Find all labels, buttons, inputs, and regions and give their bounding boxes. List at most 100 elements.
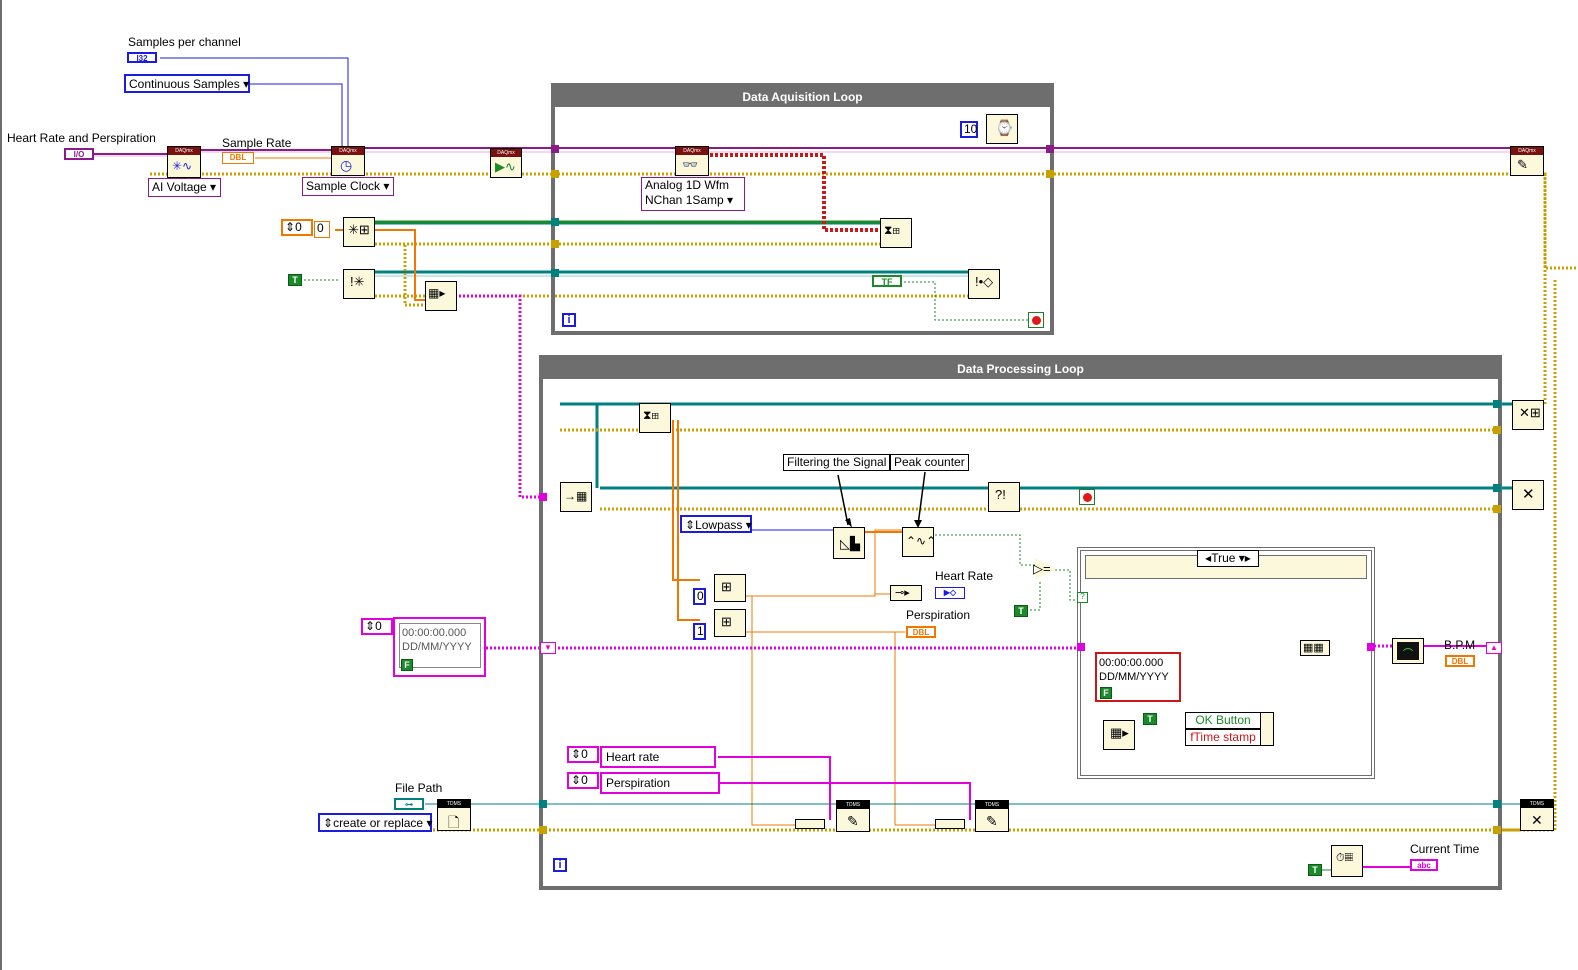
to-dbl-node[interactable]: ⊸▸ [890, 585, 922, 601]
io-channel-terminal[interactable]: I/O [64, 148, 94, 160]
get-date-time-node[interactable]: ▦▸ [1103, 720, 1135, 750]
wait-notification-node[interactable]: ?! [988, 482, 1020, 512]
create-or-replace-ring[interactable]: ⇕create or replace ▾ [318, 813, 432, 832]
proc-tdms-tunnel-in [539, 800, 547, 808]
tdms-write-persp-node[interactable]: TDMS ✎ [975, 800, 1009, 832]
acq-queue-tunnel [551, 218, 559, 226]
string-wire-1 [455, 294, 545, 499]
sample-clock-text: Sample Clock [306, 179, 381, 193]
proc-tdms-error-in [539, 826, 547, 834]
build-array-node[interactable]: ▦▦ [1300, 640, 1330, 656]
peak-detector-node[interactable]: ⌃∿⌃ [902, 527, 937, 557]
data-acquisition-loop[interactable]: Data Aquisition Loop [551, 83, 1054, 335]
ai-voltage-text: AI Voltage [152, 180, 207, 194]
pencil-icon-1: ✎ [847, 813, 859, 829]
pencil-icon-2: ✎ [986, 813, 998, 829]
format-date-time-node[interactable]: ⏱▦ [1331, 845, 1363, 877]
unbundle-node[interactable]: →▦ [560, 482, 592, 512]
acquisition-stop-terminal[interactable] [1028, 312, 1044, 328]
case-selector-terminal: ? [1077, 592, 1088, 603]
unbundle-icon: →▦ [564, 489, 588, 503]
file-path-terminal[interactable]: ⊶ [394, 798, 424, 810]
calendar-icon: ▦▸ [1110, 725, 1129, 740]
format-time-icon: ⏱▦ [1336, 852, 1353, 864]
samples-wire [160, 57, 349, 146]
eraser-icon: ✎ [1517, 157, 1528, 172]
filter-node[interactable]: ◺▙ [833, 527, 865, 559]
filter-icon: ◺▙ [840, 536, 860, 551]
daqmx-start-task-node[interactable]: DAQmx ▶∿ [490, 148, 522, 178]
bundle-by-name-node[interactable] [1260, 712, 1274, 746]
ok-button-field[interactable]: OK Button [1185, 712, 1261, 729]
close-file-icon: ✕ [1531, 812, 1543, 828]
index-array-0-icon: ⊞ [721, 579, 732, 594]
release-queue-icon: ✕⊞ [1519, 405, 1541, 420]
case-timestamp-date: DD/MM/YYYY [1099, 671, 1169, 683]
obtain-queue-node[interactable]: ✳⊞ [343, 217, 375, 247]
case-timestamp-false-flag: F [1100, 687, 1112, 699]
peak-icon: ⌃∿⌃ [906, 534, 937, 548]
equal-node[interactable]: ▷= [1033, 556, 1059, 582]
sample-rate-terminal[interactable]: DBL [222, 152, 254, 164]
queue-size-constant-b[interactable]: 0 [314, 221, 330, 238]
true-constant-ok[interactable]: T [1143, 713, 1157, 725]
release-notifier-icon: ✕ [1522, 486, 1535, 503]
case-selector[interactable]: ◂True ▾▸ [1197, 550, 1259, 567]
build-array-hr-node[interactable] [795, 819, 825, 829]
processing-stop-terminal[interactable] [1079, 489, 1095, 505]
right-error-tdms [1500, 280, 1557, 832]
tdms-ribbon-close: TDMS [1521, 800, 1553, 808]
array-index-a[interactable]: ⇕0 [361, 618, 393, 635]
daqmx-ribbon-2: DAQmx [332, 147, 364, 155]
release-notifier-node[interactable]: ✕ [1512, 480, 1544, 510]
timestamp-date: DD/MM/YYYY [402, 641, 472, 653]
obtain-notifier-node[interactable]: !✳ [343, 269, 375, 299]
index-array-1-node[interactable]: ⊞ [714, 609, 746, 637]
shift-register-left: ▼ [540, 642, 556, 654]
release-queue-node[interactable]: ✕⊞ [1512, 400, 1544, 430]
proc-notifier-error-out [1493, 505, 1501, 513]
heart-rate-perspiration-label: Heart Rate and Perspiration [7, 131, 156, 145]
true-constant-left[interactable]: T [288, 274, 302, 286]
acquisition-loop-title: Data Aquisition Loop [555, 87, 1050, 107]
array-index-a-text: 0 [375, 619, 382, 633]
waveform-chart-node[interactable]: ⌒ [1392, 638, 1424, 664]
sample-rate-label: Sample Rate [222, 136, 292, 150]
tdms-close-node[interactable]: TDMS ✕ [1520, 799, 1554, 831]
timestamp-array-constant[interactable]: 00:00:00.000 DD/MM/YYYY F [393, 617, 486, 677]
timestamp-constant-case[interactable]: 00:00:00.000 DD/MM/YYYY F [1095, 652, 1181, 702]
queue-size-a-text: 0 [295, 220, 302, 234]
sample-clock-ring[interactable]: Sample Clock ▾ [302, 177, 394, 196]
time-stamp-field[interactable]: fTime stamp [1185, 729, 1261, 746]
processing-loop-title: Data Processing Loop [543, 359, 1498, 379]
tdms-open-node[interactable]: TDMS 🗋 [437, 799, 471, 831]
daqmx-create-channel-node[interactable]: DAQmx ✳∿ [167, 146, 201, 178]
acq-error-tunnel-out [1046, 170, 1054, 178]
clock-icon: ◷ [340, 157, 353, 173]
shift-register-right: ▲ [1486, 642, 1502, 654]
ai-voltage-ring[interactable]: AI Voltage ▾ [148, 178, 221, 197]
dequeue-icon: ⧗⊞ [643, 408, 660, 422]
create-channel-icon: ✳∿ [172, 159, 193, 173]
dequeue-node[interactable]: ⧗⊞ [639, 403, 671, 433]
tdms-write-hr-node[interactable]: TDMS ✎ [836, 800, 870, 832]
processing-iteration-terminal: i [553, 858, 567, 872]
daqmx-ribbon-3: DAQmx [491, 149, 521, 157]
queue-size-constant-a[interactable]: ⇕0 [281, 219, 313, 236]
samples-per-channel-terminal[interactable]: I32 [127, 52, 157, 63]
build-array-persp-node[interactable] [935, 819, 965, 829]
daqmx-timing-node[interactable]: DAQmx ◷ [331, 146, 365, 176]
continuous-samples-text: Continuous Samples [129, 77, 240, 91]
acq-notifier-tunnel [551, 269, 559, 277]
proc-tdms-tunnel-out [1493, 800, 1501, 808]
acq-task-tunnel-out [1046, 145, 1054, 153]
samples-per-channel-label: Samples per channel [128, 35, 241, 49]
to-dbl-icon: ⊸▸ [895, 587, 910, 599]
daqmx-clear-task-node[interactable]: DAQmx ✎ [1510, 146, 1544, 176]
merge-errors-node[interactable]: ▦▸ [425, 281, 457, 311]
continuous-samples-ring[interactable]: Continuous Samples ▾ [124, 74, 250, 93]
acq-error-tunnel-in [551, 170, 559, 178]
index-array-0-node[interactable]: ⊞ [714, 574, 746, 602]
error-wire-right [1512, 172, 1578, 270]
chart-trace-icon: ⌒ [1403, 649, 1413, 660]
